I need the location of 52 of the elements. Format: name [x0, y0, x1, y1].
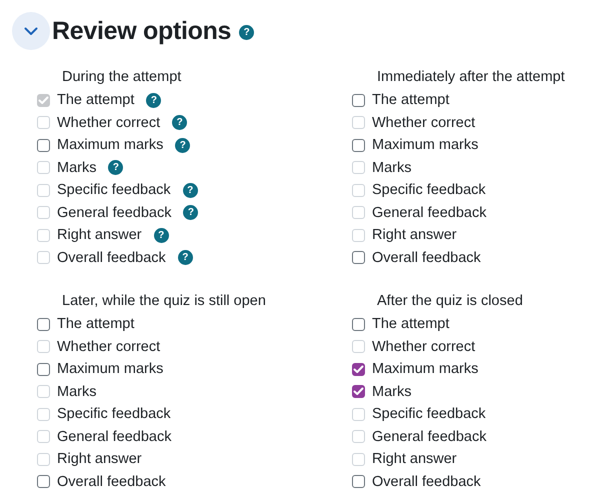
option-label: Overall feedback: [57, 474, 166, 490]
checkbox[interactable]: [37, 475, 50, 488]
option-label: Right answer: [57, 451, 142, 468]
option-label: Overall feedback: [57, 250, 166, 266]
checkbox[interactable]: [352, 94, 365, 107]
option-label: General feedback: [57, 428, 172, 445]
option-label: Right answer: [57, 227, 142, 244]
section-title: Review options: [52, 16, 232, 46]
checkbox[interactable]: [352, 138, 365, 152]
collapse-toggle[interactable]: [12, 12, 50, 50]
option-label: Specific feedback: [57, 406, 171, 422]
option-label: General feedback: [57, 204, 172, 221]
checkbox[interactable]: [352, 385, 365, 398]
group-heading: Later, while the quiz is still open: [61, 292, 267, 311]
option-label: Marks: [372, 384, 412, 400]
group-heading: Immediately after the attempt: [376, 68, 566, 87]
option-label: Right answer: [372, 451, 457, 468]
option-label: Marks: [57, 384, 96, 400]
option-label: Maximum marks: [57, 137, 164, 154]
group-heading: After the quiz is closed: [376, 292, 524, 311]
option-label: Specific feedback: [372, 182, 486, 198]
option-label: Right answer: [372, 227, 457, 244]
option-label: Whether correct: [372, 114, 476, 131]
checkbox[interactable]: [352, 318, 365, 331]
option-label: Marks: [57, 160, 96, 176]
checkbox[interactable]: [352, 475, 365, 488]
option-label: The attempt: [372, 316, 450, 332]
chevron-down-icon: [24, 26, 38, 36]
help-icon[interactable]: ?: [239, 24, 254, 40]
option-label: The attempt: [57, 92, 134, 108]
help-icon[interactable]: ?: [175, 138, 190, 153]
option-label: Whether correct: [372, 338, 476, 355]
option-label: Marks: [372, 160, 412, 176]
option-label: Maximum marks: [57, 361, 164, 378]
option-label: Maximum marks: [372, 361, 478, 378]
checkbox[interactable]: [352, 251, 365, 264]
checkbox[interactable]: [352, 362, 365, 376]
option-label: Maximum marks: [372, 137, 478, 154]
option-label: Whether correct: [57, 338, 160, 355]
option-label: The attempt: [57, 316, 134, 332]
option-label: Specific feedback: [57, 182, 171, 198]
option-label: The attempt: [372, 92, 450, 108]
checkbox[interactable]: [37, 318, 50, 331]
option-label: Whether correct: [57, 114, 160, 131]
group-heading: During the attempt: [61, 68, 182, 87]
option-label: General feedback: [372, 204, 486, 221]
option-label: General feedback: [372, 428, 486, 445]
option-label: Overall feedback: [372, 250, 481, 266]
option-label: Specific feedback: [372, 406, 486, 422]
checkbox[interactable]: [37, 362, 50, 376]
checkbox[interactable]: [37, 138, 50, 152]
option-label: Overall feedback: [372, 474, 481, 490]
